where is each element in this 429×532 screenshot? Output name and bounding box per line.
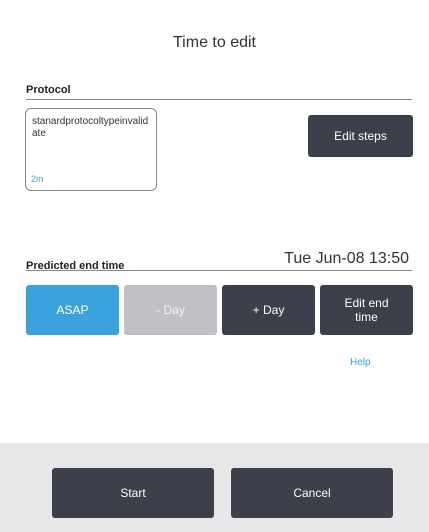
- protocol-name: stanardprotocoltypeinvalidate: [32, 116, 149, 139]
- edit-steps-button[interactable]: Edit steps: [308, 115, 413, 157]
- cancel-button[interactable]: Cancel: [231, 468, 393, 518]
- protocol-divider: [26, 99, 412, 100]
- predicted-divider: [26, 270, 412, 271]
- predicted-end-time-value: Tue Jun-08 13:50: [284, 250, 409, 267]
- edit-end-time-button[interactable]: Edit end time: [320, 285, 413, 335]
- help-link[interactable]: Help: [350, 357, 371, 368]
- protocol-card[interactable]: stanardprotocoltypeinvalidate 2m: [25, 108, 157, 191]
- minus-day-button[interactable]: - Day: [124, 285, 217, 335]
- protocol-section-label: Protocol: [26, 84, 71, 96]
- protocol-duration: 2m: [31, 174, 44, 184]
- dialog-footer: Start Cancel: [0, 443, 429, 532]
- dialog-title: Time to edit: [173, 34, 256, 51]
- plus-day-button[interactable]: + Day: [222, 285, 315, 335]
- start-button[interactable]: Start: [52, 468, 214, 518]
- asap-button[interactable]: ASAP: [26, 285, 119, 335]
